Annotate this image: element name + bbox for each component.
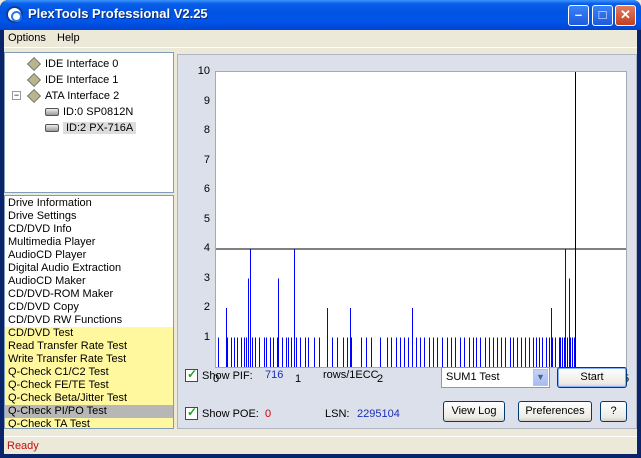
function-item-cd-dvd-rw-functions[interactable]: CD/DVD RW Functions bbox=[5, 314, 173, 327]
tree-item-ide1[interactable]: IDE Interface 1 bbox=[27, 72, 118, 88]
window-title: PlexTools Professional V2.25 bbox=[28, 6, 208, 21]
tree-item-ide0[interactable]: IDE Interface 0 bbox=[27, 56, 118, 72]
close-button[interactable]: ✕ bbox=[615, 5, 636, 26]
y-tick-label: 7 bbox=[203, 153, 210, 166]
lsn-label: LSN: bbox=[325, 408, 350, 420]
function-item-read-transfer-rate-test[interactable]: Read Transfer Rate Test bbox=[5, 340, 173, 353]
chevron-down-icon[interactable]: ▼ bbox=[533, 369, 548, 386]
function-item-q-check-c1-c2-test[interactable]: Q-Check C1/C2 Test bbox=[5, 366, 173, 379]
close-icon: ✕ bbox=[620, 7, 631, 22]
optical-drive-icon bbox=[45, 124, 59, 133]
help-button[interactable]: ? bbox=[600, 401, 627, 422]
interface-icon bbox=[27, 89, 41, 104]
status-bar: Ready bbox=[4, 436, 637, 454]
function-item-q-check-ta-test[interactable]: Q-Check TA Test bbox=[5, 418, 173, 428]
function-item-cd-dvd-copy[interactable]: CD/DVD Copy bbox=[5, 301, 173, 314]
y-tick-label: 10 bbox=[197, 65, 210, 77]
show-poe-label: Show POE: bbox=[202, 408, 259, 420]
y-tick-label: 4 bbox=[203, 242, 210, 254]
function-item-cd-dvd-info[interactable]: CD/DVD Info bbox=[5, 223, 173, 236]
function-item-cd-dvd-rom-maker[interactable]: CD/DVD-ROM Maker bbox=[5, 288, 173, 301]
function-item-audiocd-maker[interactable]: AudioCD Maker bbox=[5, 275, 173, 288]
show-pif-label: Show PIF: bbox=[202, 370, 253, 382]
function-item-multimedia-player[interactable]: Multimedia Player bbox=[5, 236, 173, 249]
interface-icon bbox=[27, 57, 41, 72]
y-tick-label: 2 bbox=[203, 301, 210, 313]
function-item-cd-dvd-test[interactable]: CD/DVD Test bbox=[5, 327, 173, 340]
function-list[interactable]: Drive Information Drive Settings CD/DVD In… bbox=[4, 195, 174, 429]
poe-value: 0 bbox=[265, 408, 272, 420]
title-bar[interactable]: PlexTools Professional V2.25 – □ ✕ bbox=[0, 0, 641, 30]
client-area: Options Help IDE Interface 0 IDE Interfa… bbox=[4, 30, 637, 454]
show-poe-checkbox[interactable] bbox=[185, 405, 198, 420]
status-text: Ready bbox=[7, 440, 39, 452]
lsn-value: 2295104 bbox=[357, 408, 400, 420]
function-item-digital-audio-extraction[interactable]: Digital Audio Extraction bbox=[5, 262, 173, 275]
y-tick-label: 1 bbox=[203, 330, 210, 343]
app-window: PlexTools Professional V2.25 – □ ✕ Optio… bbox=[0, 0, 641, 458]
menu-bar: Options Help bbox=[4, 30, 637, 48]
tree-item-ata2[interactable]: ATA Interface 2 bbox=[27, 88, 119, 104]
preferences-button[interactable]: Preferences bbox=[518, 401, 592, 422]
plot-area bbox=[215, 71, 627, 368]
maximize-button[interactable]: □ bbox=[592, 5, 613, 26]
collapse-toggle-icon[interactable]: − bbox=[12, 91, 21, 100]
minimize-button[interactable]: – bbox=[568, 5, 589, 26]
y-tick-label: 6 bbox=[203, 183, 210, 195]
tree-item-drive-sp0812n[interactable]: ID:0 SP0812N bbox=[45, 104, 133, 120]
show-pif-checkbox[interactable] bbox=[185, 367, 198, 382]
y-tick-label: 8 bbox=[203, 124, 210, 136]
tree-item-drive-px716a[interactable]: ID:2 PX-716A bbox=[45, 120, 137, 136]
device-tree[interactable]: IDE Interface 0 IDE Interface 1 − ATA In… bbox=[4, 52, 174, 193]
hard-drive-icon bbox=[45, 108, 59, 117]
y-tick-label: 9 bbox=[203, 94, 210, 107]
interface-icon bbox=[27, 73, 41, 88]
controls-panel: Show PIF: 716 rows/1ECC Show POE: 0 LSN:… bbox=[177, 360, 637, 430]
y-tick-label: 3 bbox=[203, 271, 210, 284]
plextools-app-icon[interactable] bbox=[6, 6, 23, 23]
function-item-audiocd-player[interactable]: AudioCD Player bbox=[5, 249, 173, 262]
rows-label: rows/1ECC bbox=[323, 369, 379, 381]
pif-value: 716 bbox=[265, 369, 284, 381]
chart-svg bbox=[216, 72, 626, 367]
view-log-button[interactable]: View Log bbox=[443, 401, 505, 422]
function-item-q-check-fe-te-test[interactable]: Q-Check FE/TE Test bbox=[5, 379, 173, 392]
menu-help[interactable]: Help bbox=[57, 32, 80, 44]
test-type-select[interactable]: SUM1 Test ▼ bbox=[441, 367, 550, 388]
function-item-write-transfer-rate-test[interactable]: Write Transfer Rate Test bbox=[5, 353, 173, 366]
start-button[interactable]: Start bbox=[557, 367, 627, 388]
y-tick-label: 5 bbox=[203, 212, 210, 225]
minimize-icon: – bbox=[574, 7, 583, 22]
function-item-q-check-beta-jitter-test[interactable]: Q-Check Beta/Jitter Test bbox=[5, 392, 173, 405]
maximize-icon: □ bbox=[598, 7, 607, 22]
menu-options[interactable]: Options bbox=[8, 32, 46, 44]
function-item-drive-settings[interactable]: Drive Settings bbox=[5, 210, 173, 223]
function-item-q-check-pi-po-test[interactable]: Q-Check PI/PO Test bbox=[5, 405, 173, 418]
function-item-drive-information[interactable]: Drive Information bbox=[5, 197, 173, 210]
